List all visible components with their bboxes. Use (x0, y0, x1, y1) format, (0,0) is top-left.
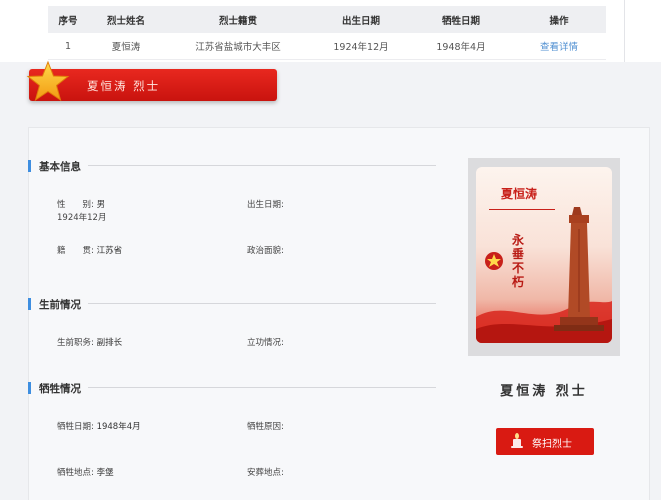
results-area: 序号 烈士姓名 烈士籍贯 出生日期 牺牲日期 操作 1 夏恒涛 江苏省盐城市大丰… (0, 0, 661, 62)
death-place-value: 李堡 (96, 468, 114, 478)
death-date-value: 1948年4月 (96, 422, 141, 432)
table-row: 1 夏恒涛 江苏省盐城市大丰区 1924年12月 1948年4月 查看详情 (48, 33, 606, 60)
candle-icon (511, 433, 523, 448)
cell-birth: 1924年12月 (333, 42, 389, 53)
section-marker (28, 382, 31, 394)
post-value: 副排长 (96, 338, 123, 348)
politics-label: 政治面貌: (247, 246, 284, 256)
monument-image (476, 207, 612, 343)
gender-value: 男 (96, 200, 106, 210)
cell-name: 夏恒涛 (111, 42, 141, 53)
hero-name: 夏恒涛 烈士 (500, 384, 588, 399)
col-header-death: 牺牲日期 (441, 15, 480, 27)
table-header-row: 序号 烈士姓名 烈士籍贯 出生日期 牺牲日期 操作 (48, 6, 606, 33)
martyr-table: 序号 烈士姓名 烈士籍贯 出生日期 牺牲日期 操作 1 夏恒涛 江苏省盐城市大丰… (48, 6, 606, 60)
section-divider (88, 303, 436, 304)
death-date-label: 牺牲日期: (57, 422, 94, 432)
col-header-name: 烈士姓名 (106, 15, 145, 27)
native-label: 籍 贯: (57, 246, 94, 256)
tribute-button-label: 祭扫烈士 (532, 439, 572, 450)
col-header-birth: 出生日期 (341, 15, 380, 27)
section-death-info: 牺牲情况 (28, 380, 436, 396)
section-title: 牺牲情况 (39, 383, 81, 395)
burial-place-label: 安葬地点: (247, 468, 284, 478)
gender-label: 性 别: (57, 200, 94, 210)
section-divider (88, 165, 436, 166)
birth-value: 1924年12月 (57, 213, 107, 223)
table-edge (624, 0, 625, 62)
view-details-link[interactable]: 查看详情 (512, 39, 606, 53)
post-label: 生前职务: (57, 338, 94, 348)
post-field: 生前职务: 副排长 (57, 336, 122, 348)
death-reason-label: 牺牲原因: (247, 422, 284, 432)
section-title: 基本信息 (39, 161, 81, 173)
tribute-button[interactable]: 祭扫烈士 (496, 428, 594, 455)
merit-label: 立功情况: (247, 338, 284, 348)
cell-native: 江苏省盐城市大丰区 (195, 42, 281, 53)
cell-index: 1 (64, 40, 72, 52)
col-header-action: 操作 (549, 15, 569, 27)
section-life-info: 生前情况 (28, 296, 436, 312)
cell-death: 1948年4月 (436, 42, 486, 53)
birth-label: 出生日期: (247, 200, 284, 210)
section-marker (28, 160, 31, 172)
gender-field: 性 别: 男 (57, 198, 105, 210)
section-title: 生前情况 (39, 299, 81, 311)
native-value: 江苏省 (96, 246, 123, 256)
death-place-label: 牺牲地点: (57, 468, 94, 478)
death-place-field: 牺牲地点: 李堡 (57, 466, 114, 478)
native-field: 籍 贯: 江苏省 (57, 244, 122, 256)
star-icon (26, 60, 70, 102)
memorial-card: 夏恒涛 永垂不朽 (476, 167, 612, 343)
death-date-field: 牺牲日期: 1948年4月 (57, 420, 141, 432)
section-marker (28, 298, 31, 310)
col-header-index: 序号 (58, 15, 78, 27)
col-header-native: 烈士籍贯 (218, 15, 257, 27)
section-divider (88, 387, 436, 388)
banner-title: 夏恒涛 烈士 (87, 79, 161, 93)
section-basic-info: 基本信息 (28, 158, 436, 174)
